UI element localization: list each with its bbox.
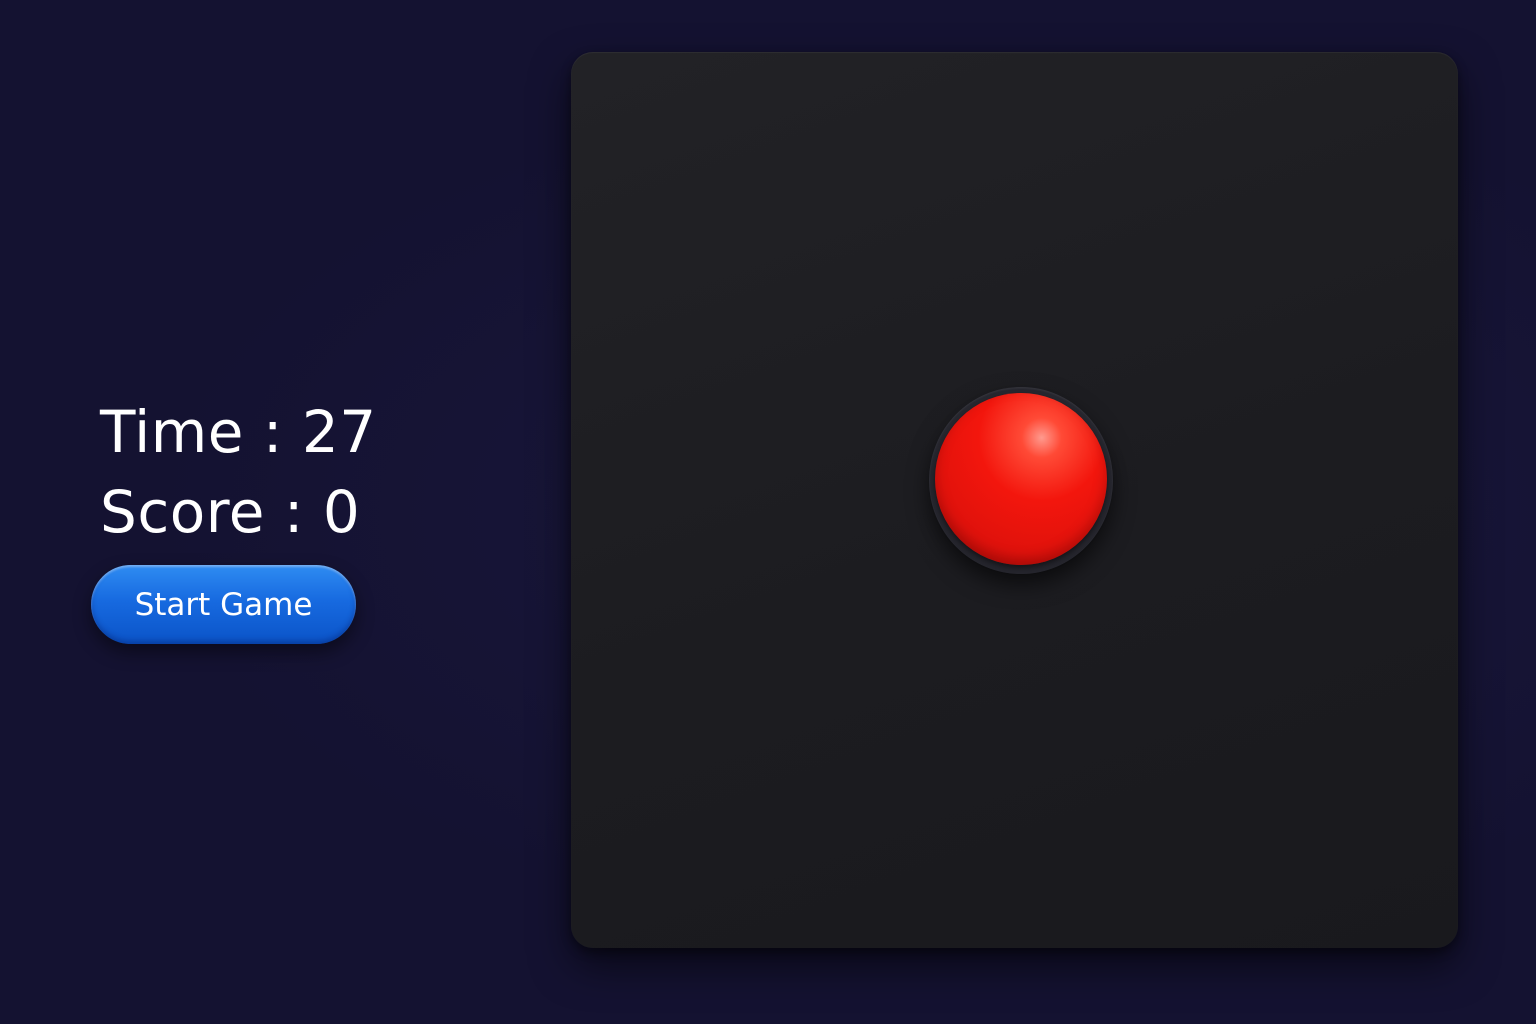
hud-panel: Time : 27 Score : 0 (90, 392, 390, 552)
score-separator: : (264, 478, 323, 546)
start-game-button[interactable]: Start Game (91, 565, 356, 644)
time-value: 27 (301, 398, 377, 466)
time-separator: : (243, 398, 302, 466)
time-display: Time : 27 (90, 392, 390, 472)
time-label: Time (100, 398, 244, 466)
target-socket (929, 387, 1113, 574)
score-display: Score : 0 (90, 472, 390, 552)
score-label: Score (100, 478, 265, 546)
game-board[interactable] (571, 52, 1458, 948)
score-value: 0 (322, 478, 361, 546)
red-target-button[interactable] (935, 393, 1107, 565)
